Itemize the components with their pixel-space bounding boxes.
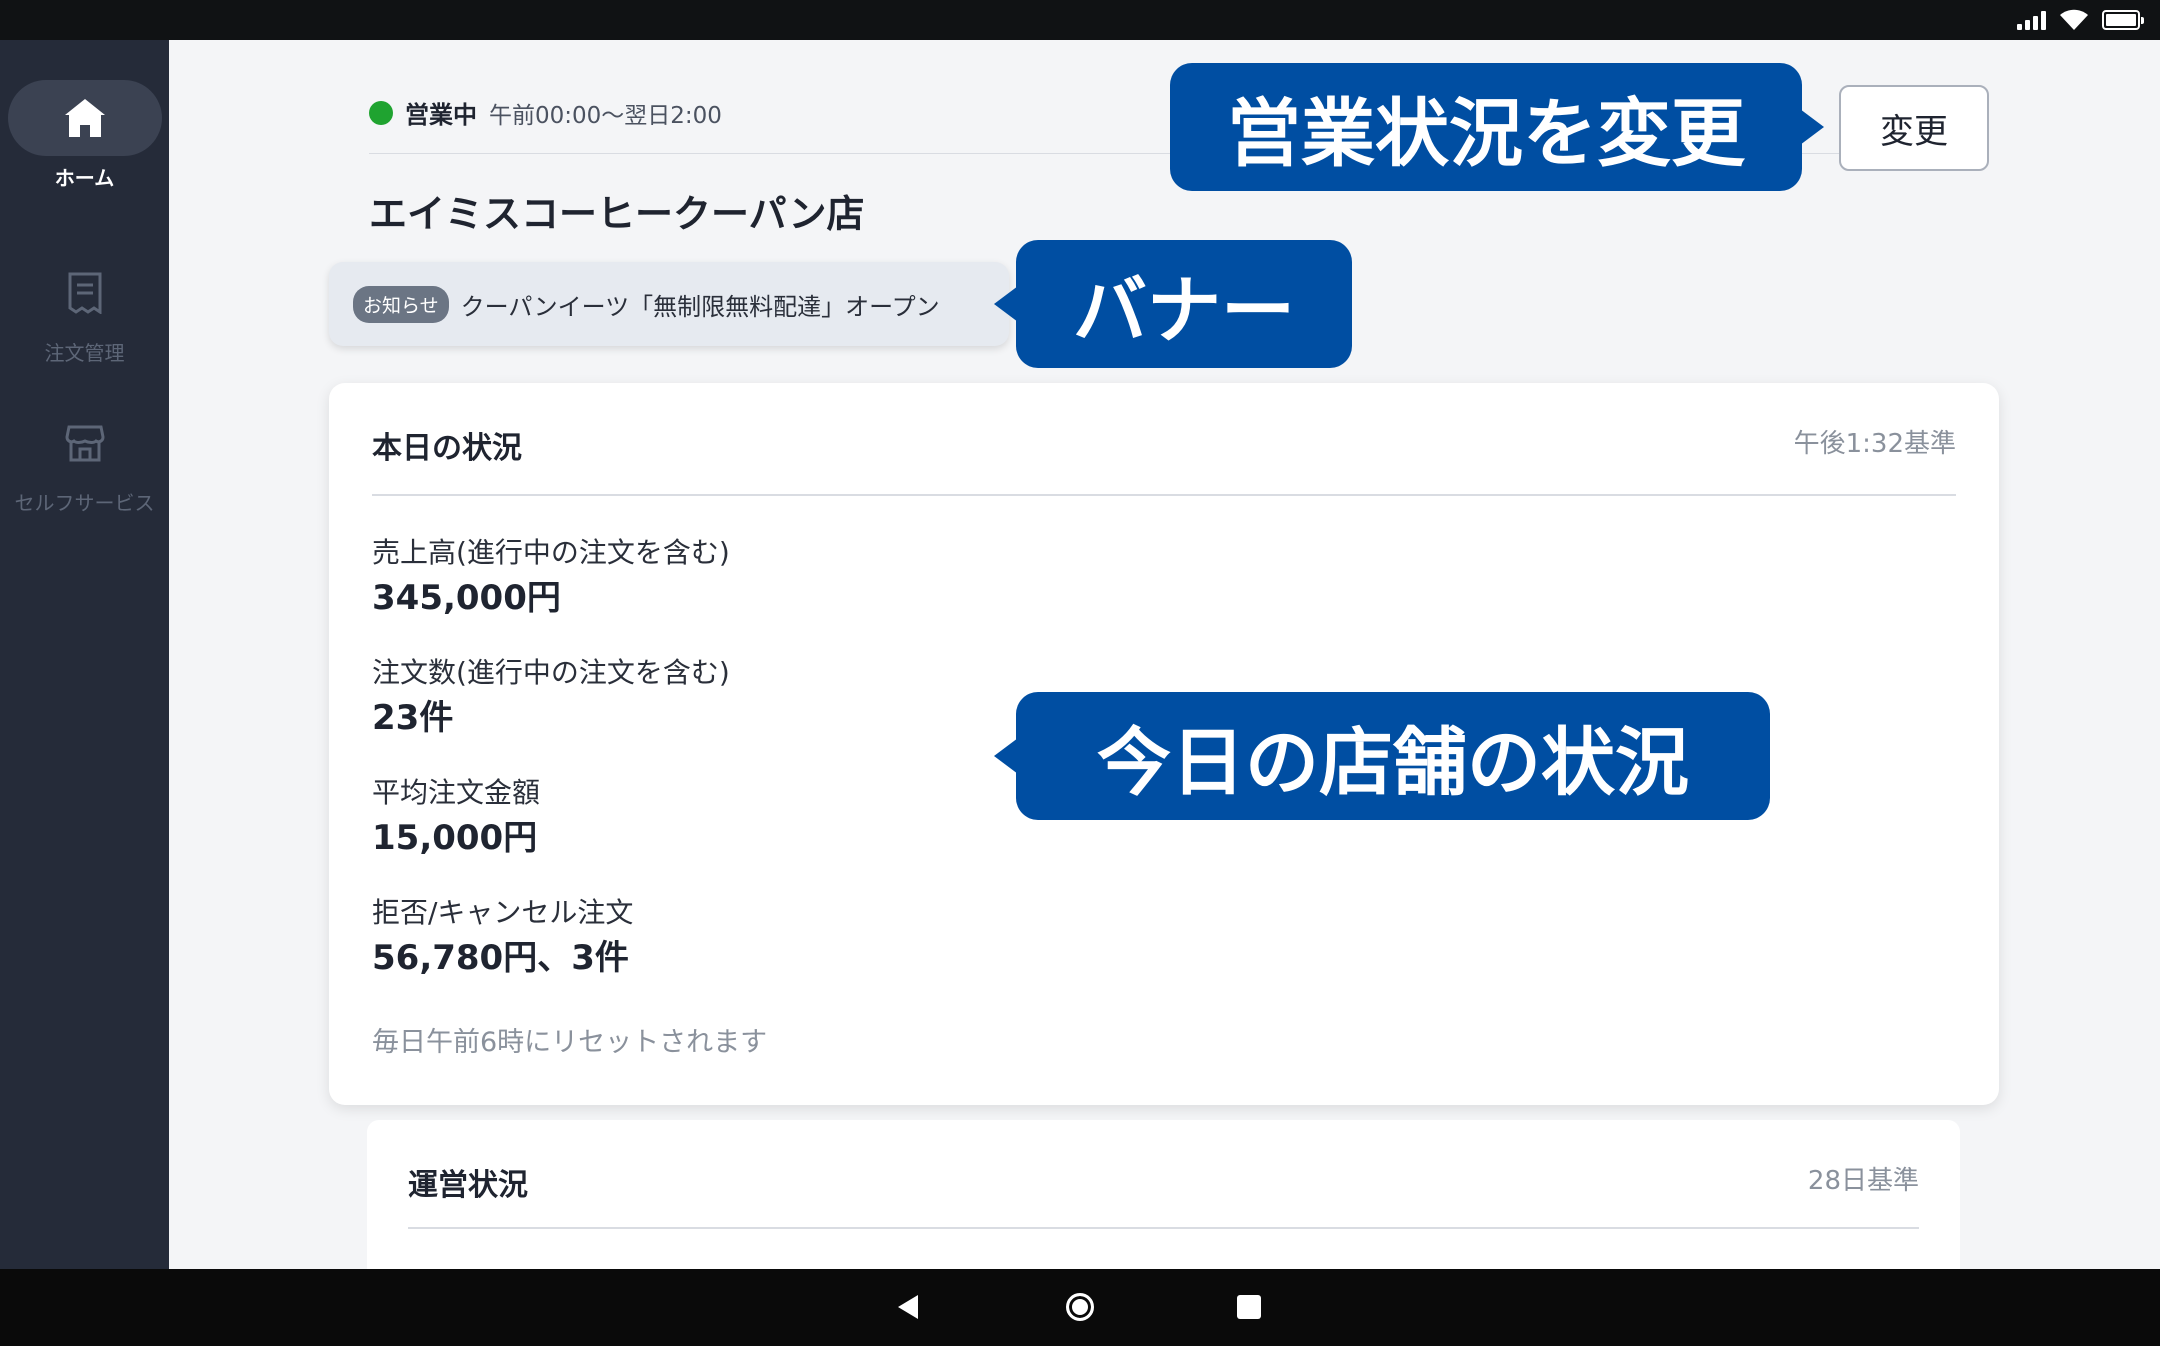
sidebar-item-self-service[interactable]: セルフサービス bbox=[0, 405, 169, 516]
notice-badge: お知らせ bbox=[353, 285, 449, 323]
sidebar-item-label: 注文管理 bbox=[44, 341, 125, 365]
metric-rejected-cancelled: 拒否/キャンセル注文 56,780円、3件 bbox=[372, 893, 633, 981]
sidebar-item-orders-pill[interactable] bbox=[8, 255, 162, 331]
system-nav-bar bbox=[0, 1269, 2160, 1346]
reset-note: 毎日午前6時にリセットされます bbox=[372, 1027, 768, 1058]
recent-apps-icon[interactable] bbox=[1237, 1295, 1261, 1319]
home-button-icon[interactable] bbox=[1066, 1293, 1094, 1321]
metric-value: 15,000円 bbox=[372, 818, 538, 858]
back-icon[interactable] bbox=[898, 1295, 918, 1319]
metric-value: 23件 bbox=[372, 698, 454, 738]
store-name: エイミスコーヒークーパン店 bbox=[369, 192, 865, 236]
card-divider bbox=[372, 494, 1956, 496]
sidebar-item-orders[interactable]: 注文管理 bbox=[0, 255, 169, 366]
sidebar-item-home-pill[interactable] bbox=[7, 80, 162, 156]
status-dot-icon bbox=[369, 100, 393, 125]
card-divider bbox=[408, 1227, 1919, 1229]
card-timestamp: 28日基準 bbox=[1807, 1166, 1919, 1196]
card-title: 本日の状況 bbox=[372, 431, 522, 466]
callout-banner: バナー bbox=[994, 240, 1352, 368]
sidebar-item-label: セルフサービス bbox=[14, 491, 155, 515]
sidebar-item-self-service-pill[interactable] bbox=[8, 405, 162, 481]
metric-label: 平均注文金額 bbox=[372, 776, 541, 809]
metric-label: 注文数(進行中の注文を含む) bbox=[372, 656, 730, 689]
sidebar: ホーム 注文管理 セルフサービス bbox=[0, 40, 169, 1269]
metric-value: 345,000円 bbox=[372, 578, 561, 618]
business-status: 営業中 bbox=[405, 101, 477, 129]
card-timestamp: 午後1:32基準 bbox=[1793, 429, 1956, 459]
card-title: 運営状況 bbox=[408, 1168, 528, 1203]
status-bar bbox=[0, 0, 2160, 40]
notice-banner[interactable]: お知らせ クーパンイーツ「無制限無料配達」オープン bbox=[329, 262, 1009, 346]
sidebar-item-home[interactable]: ホーム bbox=[0, 80, 169, 191]
wifi-icon bbox=[2060, 9, 2088, 30]
home-icon bbox=[64, 99, 105, 137]
business-hours: 午前00:00〜翌日2:00 bbox=[489, 102, 722, 129]
main-content: 営業中 午前00:00〜翌日2:00 変更 エイミスコーヒークーパン店 お知らせ… bbox=[169, 40, 2160, 1269]
callout-change-status: 営業状況を変更 bbox=[1170, 63, 1824, 191]
business-status-row: 営業中 午前00:00〜翌日2:00 bbox=[369, 95, 722, 130]
metric-average-order: 平均注文金額 15,000円 bbox=[372, 773, 540, 861]
metric-value: 56,780円、3件 bbox=[372, 938, 629, 978]
receipt-icon bbox=[68, 272, 101, 314]
metric-label: 売上高(進行中の注文を含む) bbox=[372, 536, 730, 569]
sidebar-item-label: ホーム bbox=[54, 166, 115, 190]
operations-status-card: 運営状況 28日基準 bbox=[367, 1120, 1960, 1269]
store-icon bbox=[64, 425, 105, 462]
notice-text: クーパンイーツ「無制限無料配達」オープン bbox=[460, 292, 940, 321]
callout-today-status: 今日の店舗の状況 bbox=[994, 692, 1770, 820]
metric-order-count: 注文数(進行中の注文を含む) 23件 bbox=[372, 653, 730, 741]
metric-label: 拒否/キャンセル注文 bbox=[372, 896, 634, 929]
signal-icon bbox=[2017, 10, 2046, 30]
battery-icon bbox=[2102, 10, 2144, 30]
metric-sales: 売上高(進行中の注文を含む) 345,000円 bbox=[372, 533, 730, 621]
status-icons bbox=[2017, 8, 2144, 32]
change-status-button[interactable]: 変更 bbox=[1839, 85, 1989, 171]
